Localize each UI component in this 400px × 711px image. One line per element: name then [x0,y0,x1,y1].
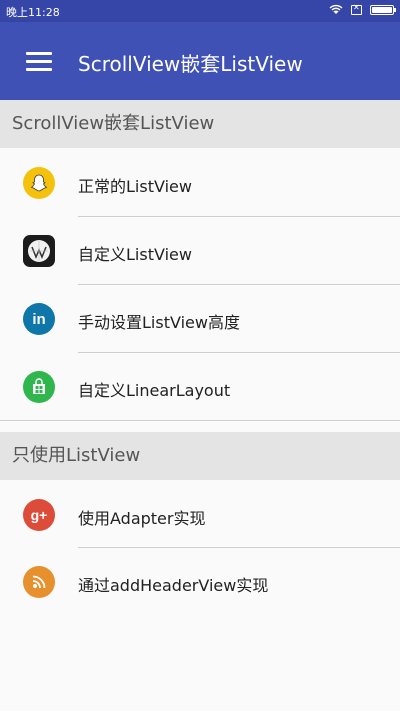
list-item-label: 自定义ListView [78,245,192,264]
section-header: 只使用ListView [0,432,400,480]
snapchat-icon [23,167,55,199]
divider [0,420,400,421]
rss-icon [23,566,55,598]
linkedin-icon: in [23,303,55,335]
menu-icon[interactable] [26,52,52,72]
section-header: ScrollView嵌套ListView [0,100,400,148]
list-item-addheaderview[interactable]: 通过addHeaderView实现 [0,548,400,615]
no-sim-icon [351,3,362,15]
list-item-label: 自定义LinearLayout [78,381,231,400]
list-item-label: 使用Adapter实现 [78,509,206,528]
wikipedia-icon [23,235,55,267]
list-item-custom-listview[interactable]: 自定义ListView [0,217,400,284]
toolbar-title: ScrollView嵌套ListView [78,52,303,76]
status-time: 晚上11:28 [6,6,60,19]
list-item-label: 手动设置ListView高度 [78,313,240,332]
list-item-adapter[interactable]: g+ 使用Adapter实现 [0,481,400,548]
list-item-label: 通过addHeaderView实现 [78,576,269,595]
status-bar: 晚上11:28 [0,0,400,22]
list-item-label: 正常的ListView [78,177,192,196]
list-item-custom-linearlayout[interactable]: 自定义LinearLayout [0,353,400,420]
google-plus-icon: g+ [23,499,55,531]
app-toolbar: ScrollView嵌套ListView [0,22,400,100]
list-item-manual-height[interactable]: in 手动设置ListView高度 [0,285,400,352]
list-item-normal-listview[interactable]: 正常的ListView [0,149,400,216]
status-icons [329,3,396,15]
wifi-icon [329,4,343,14]
battery-icon [370,4,396,15]
windows-store-icon [23,371,55,403]
